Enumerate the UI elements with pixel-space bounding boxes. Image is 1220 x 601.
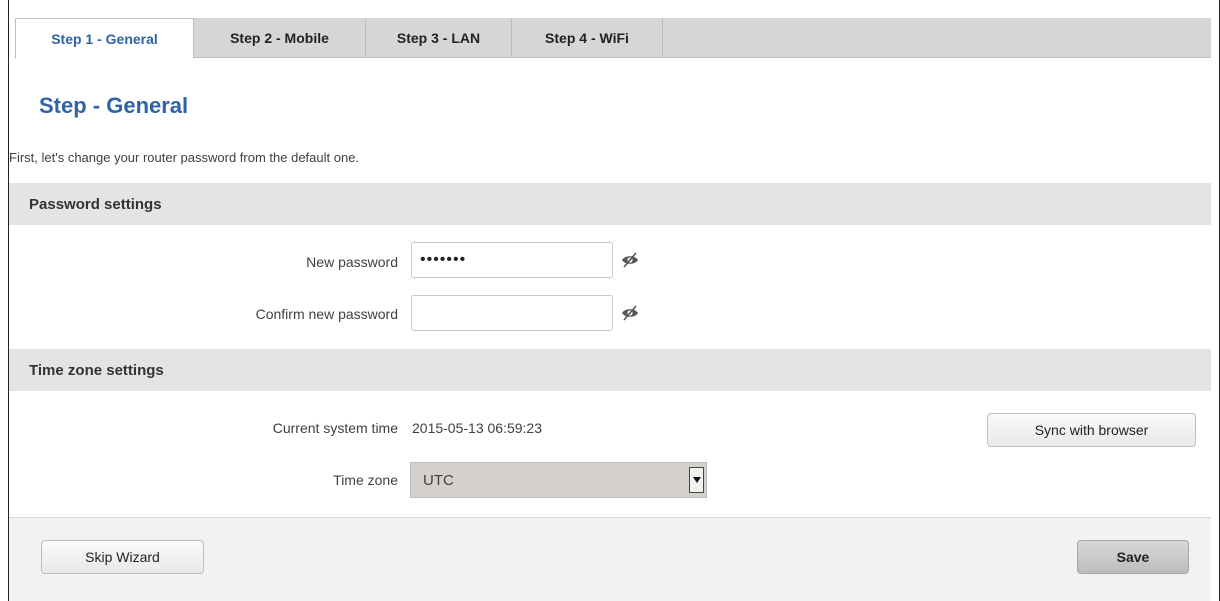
tab-step-1-general[interactable]: Step 1 - General (15, 18, 194, 59)
current-time-value: 2015-05-13 06:59:23 (412, 420, 542, 436)
tab-step-2-mobile[interactable]: Step 2 - Mobile (194, 18, 366, 58)
wizard-tabbar: Step 1 - General Step 2 - Mobile Step 3 … (15, 18, 1211, 59)
timezone-selected-value: UTC (423, 471, 454, 489)
confirm-password-input[interactable] (411, 295, 613, 331)
page-title: Step - General (39, 93, 189, 118)
tab-step-3-lan[interactable]: Step 3 - LAN (366, 18, 512, 58)
page-frame (8, 0, 1220, 601)
eye-slash-icon[interactable] (620, 303, 640, 323)
wizard-footer: Skip Wizard Save (9, 517, 1211, 601)
current-time-label: Current system time (272, 420, 398, 436)
timezone-label: Time zone (333, 472, 398, 488)
skip-wizard-button[interactable]: Skip Wizard (41, 540, 204, 574)
new-password-label: New password (306, 254, 398, 270)
password-settings-header: Password settings (9, 183, 1211, 225)
sync-with-browser-button[interactable]: Sync with browser (987, 413, 1196, 447)
triangle-down-icon[interactable] (689, 467, 704, 493)
timezone-select[interactable]: UTC (410, 462, 707, 498)
timezone-settings-header: Time zone settings (9, 349, 1211, 391)
new-password-input[interactable]: ••••••• (411, 242, 613, 278)
save-button[interactable]: Save (1077, 540, 1189, 574)
eye-slash-icon[interactable] (620, 250, 640, 270)
intro-text: First, let's change your router password… (9, 150, 360, 165)
tab-step-4-wifi[interactable]: Step 4 - WiFi (512, 18, 663, 58)
confirm-password-label: Confirm new password (255, 306, 398, 322)
